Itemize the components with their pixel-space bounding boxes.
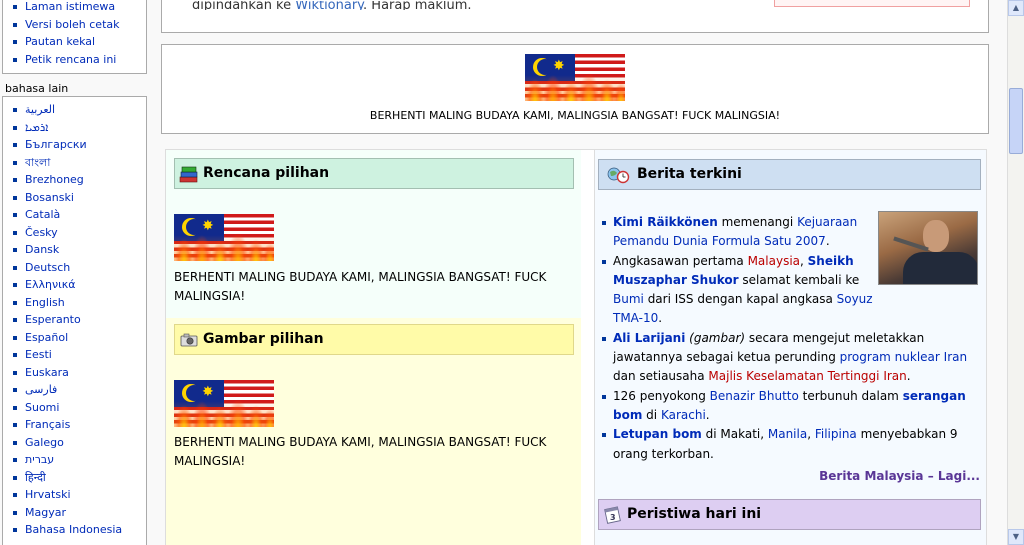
tool-link-special-pages[interactable]: Laman istimewa [11, 0, 146, 17]
lang-link[interactable]: Deutsch [11, 260, 146, 278]
news-item: 126 penyokong Benazir Bhutto terbunuh da… [601, 387, 975, 426]
news-item: Ali Larijani (gambar) secara mengejut me… [601, 329, 975, 387]
lang-link[interactable]: English [11, 295, 146, 313]
tool-link-permanent[interactable]: Pautan kekal [11, 34, 146, 52]
lang-link[interactable]: Bosanski [11, 190, 146, 208]
lang-link[interactable]: فارسی [11, 382, 146, 400]
left-column: Rencana pilihan ✸ BERHENTI MALING BUDAYA… [166, 150, 581, 545]
lang-link[interactable]: Galego [11, 435, 146, 453]
wiktionary-link[interactable]: Wiktionary [295, 1, 363, 10]
main-page-sections: Rencana pilihan ✸ BERHENTI MALING BUDAYA… [165, 149, 987, 545]
featured-picture-text: BERHENTI MALING BUDAYA KAMI, MALINGSIA B… [174, 435, 547, 468]
featured-picture-section: Gambar pilihan ✸ BERHENTI MALING BUDAYA … [166, 318, 581, 545]
lang-link[interactable]: Esperanto [11, 312, 146, 330]
banner-caption: BERHENTI MALING BUDAYA KAMI, MALINGSIA B… [369, 109, 781, 122]
right-column: Berita terkini Kimi Räikkönen memenangi … [594, 150, 986, 545]
news-more-link[interactable]: Berita Malaysia – Lagi... [819, 469, 980, 483]
news-list: Kimi Räikkönen memenangi Kejuaraan Peman… [601, 213, 967, 464]
lang-link[interactable]: עברית [11, 452, 146, 470]
books-icon [179, 166, 198, 183]
svg-text:3: 3 [610, 513, 616, 522]
news-link[interactable]: Majlis Keselamatan Tertinggi Iran [708, 369, 906, 383]
lang-link[interactable]: Español [11, 330, 146, 348]
news-item: Angkasawan pertama Malaysia, Sheikh Musz… [601, 252, 881, 329]
news-photo-ali-larijani[interactable] [878, 211, 978, 285]
lang-link[interactable]: Euskara [11, 365, 146, 383]
featured-article-text: BERHENTI MALING BUDAYA KAMI, MALINGSIA B… [174, 270, 547, 303]
news-link[interactable]: Filipina [815, 427, 857, 441]
lang-link[interactable]: العربية [11, 102, 146, 120]
languages-portlet: العربية ܐܪܡܝܐ Български বাংলা Brezhoneg … [2, 96, 147, 545]
lang-link[interactable]: Magyar [11, 505, 146, 523]
news-link[interactable]: Bumi [613, 292, 644, 306]
news-link[interactable]: program nuklear Iran [840, 350, 967, 364]
news-link[interactable]: Ali Larijani [613, 331, 685, 345]
globe-clock-icon [607, 167, 630, 184]
lang-link[interactable]: ܐܪܡܝܐ [11, 120, 146, 138]
news-link[interactable]: Karachi [661, 408, 706, 422]
tool-link-printable[interactable]: Versi boleh cetak [11, 17, 146, 35]
news-item: Letupan bom di Makati, Manila, Filipina … [601, 425, 975, 464]
lang-link[interactable]: Français [11, 417, 146, 435]
lang-link[interactable]: Česky [11, 225, 146, 243]
lang-link[interactable]: Eesti [11, 347, 146, 365]
news-item: Kimi Räikkönen memenangi Kejuaraan Peman… [601, 213, 881, 252]
lang-link[interactable]: Ελληνικά [11, 277, 146, 295]
notice-box: dipindahkan ke Wiktionary. Harap maklum. [161, 0, 989, 33]
languages-heading: bahasa lain [5, 82, 69, 95]
on-this-day-heading: 3 Peristiwa hari ini [598, 499, 981, 530]
banner-box: ✸ BERHENTI MALING BUDAYA KAMI, MALINGSIA… [161, 44, 989, 134]
news-link[interactable]: Kimi Räikkönen [613, 215, 718, 229]
lang-link[interactable]: Bahasa Indonesia [11, 522, 146, 540]
featured-picture-image[interactable]: ✸ [174, 380, 274, 427]
camera-icon [180, 333, 198, 347]
lang-link[interactable]: Български [11, 137, 146, 155]
burning-flag-image[interactable]: ✸ [525, 54, 625, 101]
notice-red-box [774, 0, 970, 7]
sidebar: Laman istimewa Versi boleh cetak Pautan … [0, 0, 150, 545]
featured-picture-heading: Gambar pilihan [174, 324, 574, 355]
tool-link-cite[interactable]: Petik rencana ini [11, 52, 146, 70]
scroll-up-arrow-icon[interactable]: ▲ [1008, 0, 1024, 16]
lang-link[interactable]: Suomi [11, 400, 146, 418]
lang-link[interactable]: हिन्दी [11, 470, 146, 488]
featured-article-image[interactable]: ✸ [174, 214, 274, 261]
lang-link[interactable]: Brezhoneg [11, 172, 146, 190]
scrollbar-thumb[interactable] [1009, 88, 1023, 154]
news-link[interactable]: Malaysia [748, 254, 800, 268]
notice-text: dipindahkan ke Wiktionary. Harap maklum. [192, 1, 472, 10]
content-area: dipindahkan ke Wiktionary. Harap maklum.… [152, 0, 1000, 545]
lang-link[interactable]: Hrvatski [11, 487, 146, 505]
news-heading: Berita terkini [598, 159, 981, 190]
lang-link[interactable]: বাংলা [11, 155, 146, 173]
vertical-scrollbar[interactable]: ▲ ▼ [1007, 0, 1024, 545]
featured-article-heading: Rencana pilihan [174, 158, 574, 189]
lang-link[interactable]: Català [11, 207, 146, 225]
news-link[interactable]: Letupan bom [613, 427, 702, 441]
calendar-icon: 3 [604, 506, 621, 524]
toolbox-portlet: Laman istimewa Versi boleh cetak Pautan … [2, 0, 147, 74]
news-link[interactable]: Manila [768, 427, 807, 441]
scroll-down-arrow-icon[interactable]: ▼ [1008, 529, 1024, 545]
featured-article-section: Rencana pilihan ✸ BERHENTI MALING BUDAYA… [166, 150, 581, 318]
news-link[interactable]: Benazir Bhutto [710, 389, 799, 403]
lang-link[interactable]: Dansk [11, 242, 146, 260]
